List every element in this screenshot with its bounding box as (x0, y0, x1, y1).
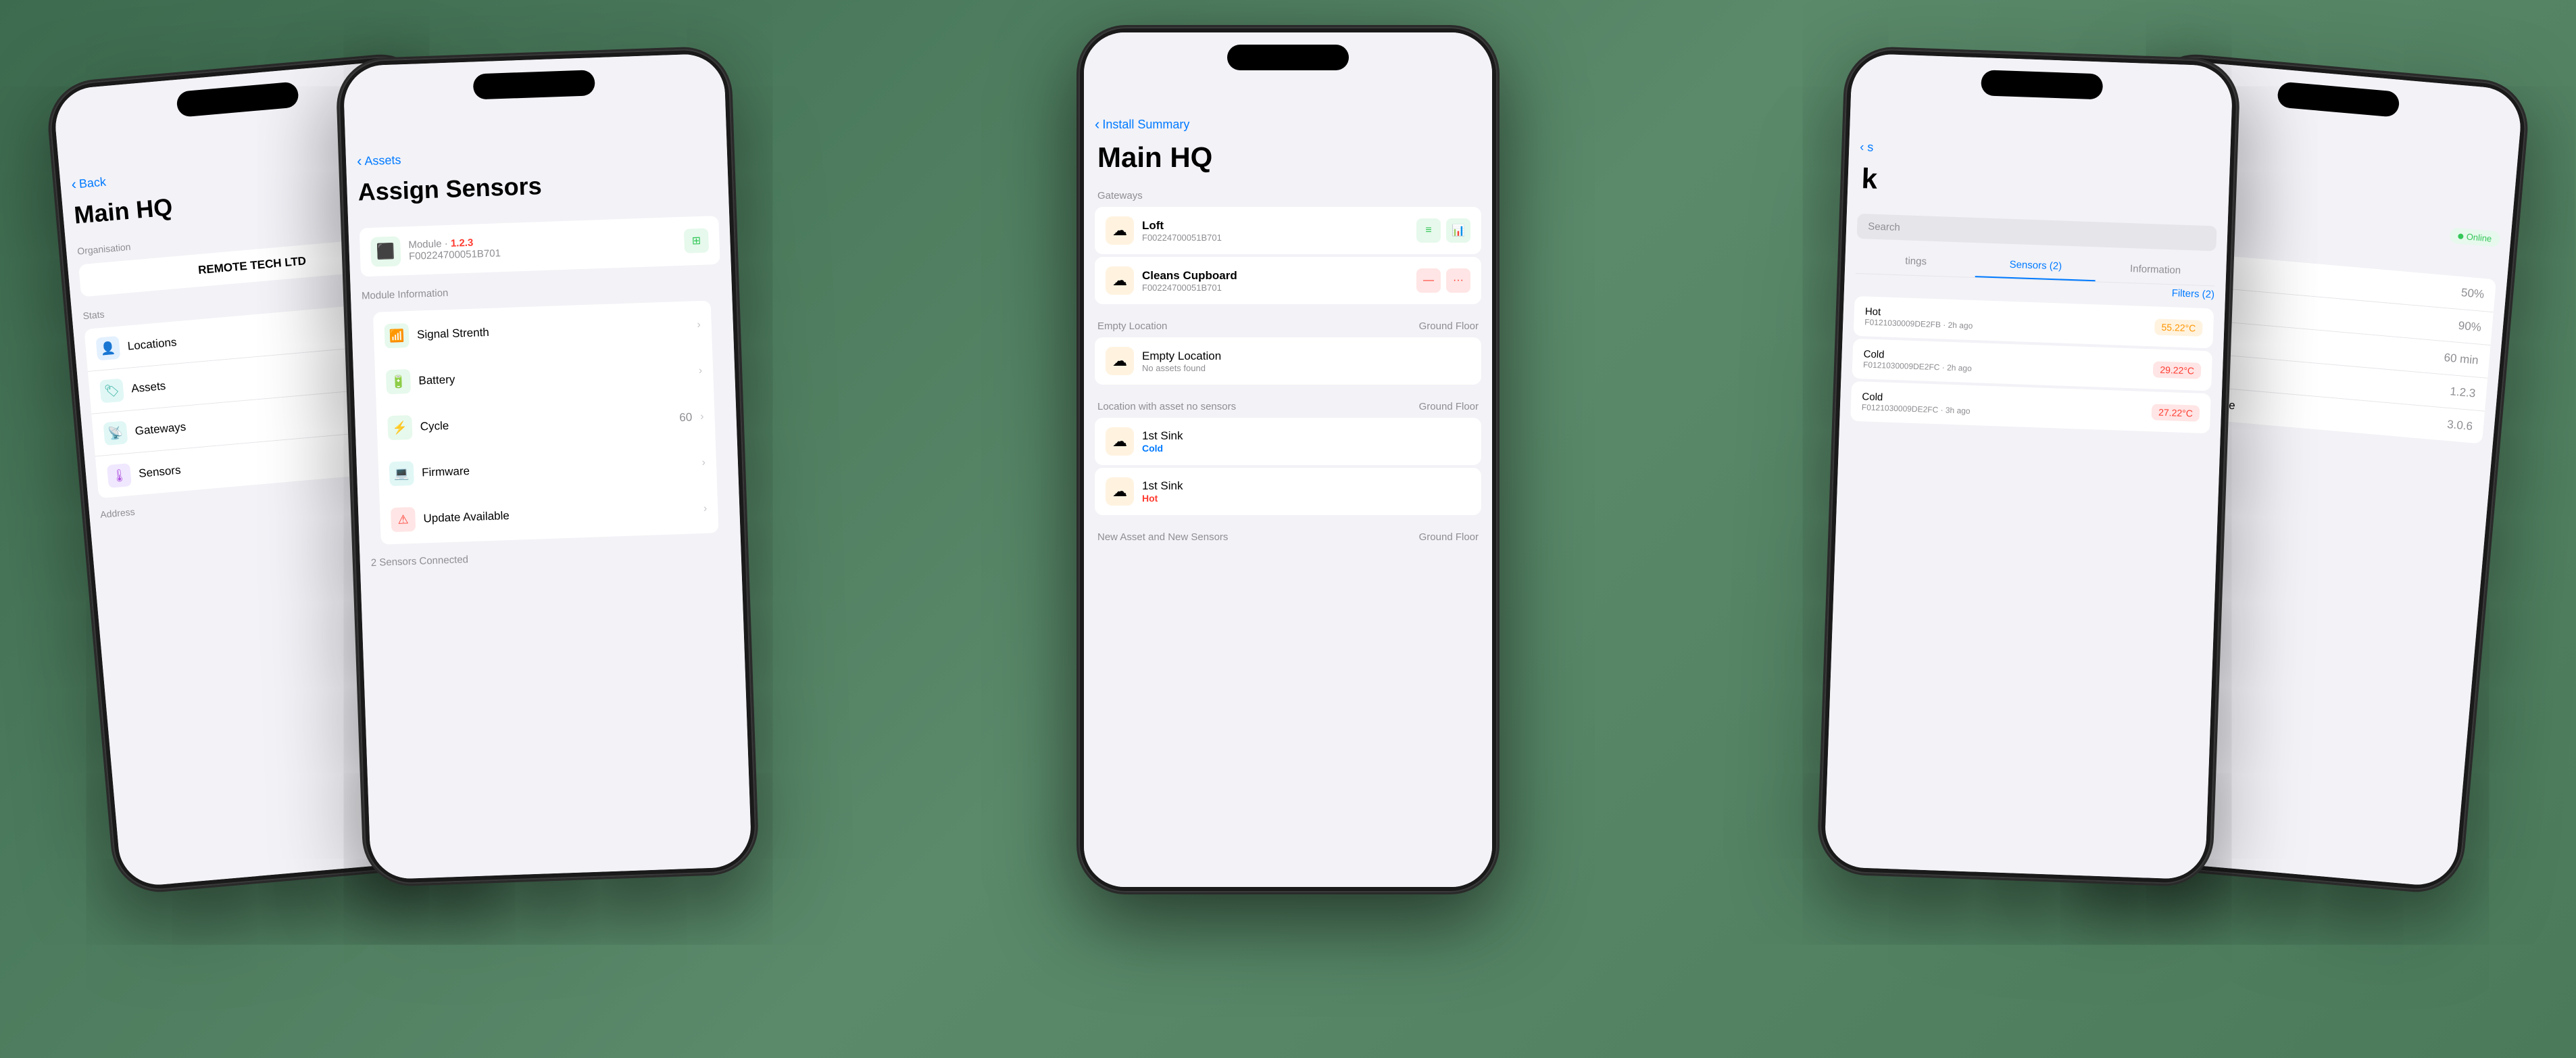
sensor-cold-2-text: Cold F0121030009DE2FC · 3h ago (1862, 391, 2144, 422)
phone-center: Install Summary Main HQ Gateways ☁ Loft … (1079, 27, 1497, 892)
gateway-cleans-name: Cleans Cupboard (1142, 269, 1408, 283)
gateway-cleans-more-btn[interactable]: ··· (1446, 268, 1470, 293)
asset-floor: Ground Floor (1419, 401, 1479, 412)
signal-row: 📶 Signal Strenth › (373, 303, 712, 358)
firmware-icon: 💻 (389, 461, 414, 486)
asset-hot-icon: ☁ (1106, 477, 1134, 506)
module-info-list: 📶 Signal Strenth › 🔋 Battery › ⚡ Cycle 6… (373, 300, 719, 544)
asset-sink-cold[interactable]: ☁ 1st Sink Cold (1095, 418, 1481, 465)
detail-update-value: 3.0.6 (2446, 418, 2473, 433)
online-dot (2458, 233, 2464, 239)
asset-cold-text: 1st Sink Cold (1142, 429, 1470, 454)
notch-4 (1981, 70, 2103, 99)
asset-hot-name: 1st Sink (1142, 479, 1470, 493)
cycle-row: ⚡ Cycle 60 › (376, 395, 716, 450)
firmware-row: 💻 Firmware › (378, 441, 717, 496)
empty-location-sub: No assets found (1142, 363, 1470, 373)
asset-cold-icon: ☁ (1106, 427, 1134, 456)
asset-sink-hot[interactable]: ☁ 1st Sink Hot (1095, 468, 1481, 515)
battery-row: 🔋 Battery › (374, 349, 714, 404)
empty-text: Empty Location No assets found (1142, 350, 1470, 373)
empty-location-icon: ☁ (1106, 347, 1134, 375)
asset-section: Location with asset no sensors Ground Fl… (1084, 395, 1492, 515)
gateway-loft-icon: ☁ (1106, 216, 1134, 245)
notch-2 (473, 70, 595, 99)
cycle-label: Cycle (420, 412, 671, 434)
empty-location-header: Empty Location Ground Floor (1084, 315, 1492, 335)
sensors-icon: 🌡 (107, 463, 132, 488)
sensor-cold-1-text: Cold F0121030009DE2FC · 2h ago (1863, 348, 2146, 379)
module-header: ⬛ Module · 1.2.3 F00224700051B701 ⊞ (360, 216, 720, 277)
update-label: Update Available (423, 502, 695, 525)
signal-icon: 📶 (384, 323, 409, 348)
gateway-cleans-id: F00224700051B701 (1142, 283, 1408, 293)
new-asset-header: New Asset and New Sensors Ground Floor (1084, 526, 1492, 546)
asset-cold-tag: Cold (1142, 443, 1470, 454)
asset-section-header: Location with asset no sensors Ground Fl… (1084, 395, 1492, 415)
asset-cold-name: 1st Sink (1142, 429, 1470, 443)
back-partial-4[interactable]: ‹ s (1860, 140, 1874, 155)
new-asset-floor: Ground Floor (1419, 531, 1479, 543)
detail-signal-value: 50% (2460, 286, 2485, 302)
status-bar-center (1084, 76, 1492, 110)
asset-hot-text: 1st Sink Hot (1142, 479, 1470, 504)
new-asset-section: New Asset and New Sensors Ground Floor (1084, 526, 1492, 546)
assets-icon: 🏷 (99, 379, 124, 404)
empty-location-floor: Ground Floor (1419, 320, 1479, 332)
empty-location-item[interactable]: ☁ Empty Location No assets found (1095, 337, 1481, 385)
notch-center (1227, 45, 1349, 70)
phone-2: Assets Assign Sensors ⬛ Module · 1.2.3 F… (337, 47, 758, 885)
battery-icon: 🔋 (386, 369, 411, 394)
detail-battery-value: 90% (2458, 319, 2482, 335)
new-asset-name: New Asset and New Sensors (1097, 531, 1228, 543)
sensor-cold-1-temp: 29.22°C (2153, 361, 2202, 379)
phone-4: ‹ s k Search tings Sensors (2) Informati… (1818, 47, 2239, 885)
update-row: ⚠ Update Available › (380, 487, 719, 542)
module-action-btn[interactable]: ⊞ (684, 228, 709, 253)
gateway-loft-text: Loft F00224700051B701 (1142, 219, 1408, 243)
tab-settings[interactable]: tings (1856, 247, 1977, 277)
detail-firmware-value: 1.2.3 (2450, 385, 2476, 400)
gateways-section-label: Gateways (1084, 185, 1492, 204)
module-section: ⬛ Module · 1.2.3 F00224700051B701 ⊞ Modu… (348, 204, 741, 577)
cycle-icon: ⚡ (387, 415, 412, 440)
gateway-cleans-minus-btn[interactable]: — (1416, 268, 1441, 293)
page-title-center: Main HQ (1084, 139, 1492, 185)
sensor-hot-temp: 55.22°C (2154, 318, 2203, 336)
gateway-cleans-actions: — ··· (1416, 268, 1470, 293)
gateway-loft-id: F00224700051B701 (1142, 233, 1408, 243)
asset-hot-tag: Hot (1142, 493, 1470, 504)
empty-location-label: Empty Location (1142, 350, 1470, 363)
gateway-loft-signal-btn[interactable]: ≡ (1416, 218, 1441, 243)
module-icon: ⬛ (370, 236, 401, 267)
gateway-loft-name: Loft (1142, 219, 1408, 233)
update-icon: ⚠ (391, 507, 416, 532)
gateway-cleans[interactable]: ☁ Cleans Cupboard F00224700051B701 — ··· (1095, 257, 1481, 304)
online-badge: Online (2450, 227, 2500, 247)
gateway-loft-chart-btn[interactable]: 📊 (1446, 218, 1470, 243)
tab-information[interactable]: Information (2095, 255, 2216, 285)
gateway-loft-actions: ≡ 📊 (1416, 218, 1470, 243)
detail-cycle-value: 60 min (2444, 351, 2479, 367)
sensor-cold-2-temp: 27.22°C (2152, 404, 2200, 421)
back-button-center[interactable]: Install Summary (1084, 110, 1492, 139)
empty-location-section: Empty Location Ground Floor ☁ Empty Loca… (1084, 315, 1492, 385)
gateway-cleans-text: Cleans Cupboard F00224700051B701 (1142, 269, 1408, 293)
filters-button[interactable]: Filters (2) (2171, 287, 2214, 300)
signal-label: Signal Strenth (417, 319, 689, 342)
gateway-loft[interactable]: ☁ Loft F00224700051B701 ≡ 📊 (1095, 207, 1481, 254)
empty-location-name-header: Empty Location (1097, 320, 1167, 332)
search-bar-4[interactable]: Search (1857, 214, 2217, 251)
firmware-label: Firmware (422, 456, 694, 479)
cycle-value: 60 (679, 410, 693, 425)
gateways-icon: 📡 (103, 420, 128, 446)
tab-sensors[interactable]: Sensors (2) (1975, 251, 2096, 281)
locations-icon: 👤 (96, 336, 121, 361)
asset-section-name: Location with asset no sensors (1097, 401, 1236, 412)
sensor-hot-text: Hot F0121030009DE2FB · 2h ago (1864, 306, 2147, 337)
battery-label: Battery (418, 365, 691, 388)
gateway-cleans-icon: ☁ (1106, 266, 1134, 295)
